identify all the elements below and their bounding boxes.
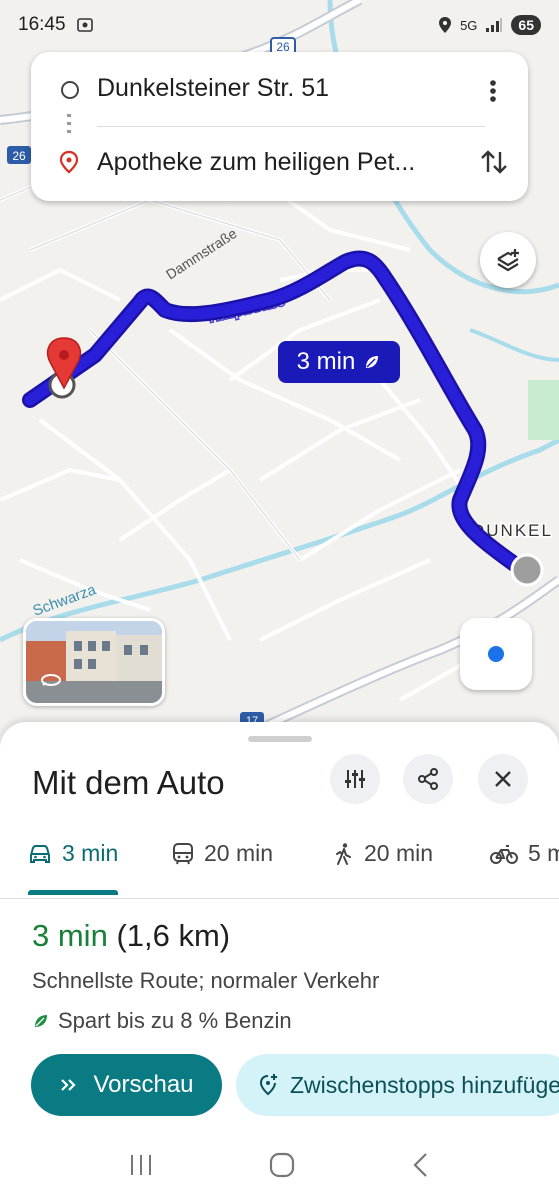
street-view-thumbnail[interactable] (23, 618, 165, 706)
tab-car[interactable]: 3 min (28, 840, 118, 867)
home-icon[interactable] (269, 1152, 295, 1178)
eco-leaf-icon (35, 1015, 47, 1027)
close-icon (495, 771, 511, 787)
add-stops-button[interactable]: Zwischenstopps hinzufügen (236, 1054, 559, 1116)
eco-leaf-icon (366, 356, 379, 368)
network-type: 5G (460, 17, 478, 33)
swap-button[interactable] (476, 144, 512, 180)
swap-vert-icon (481, 150, 507, 174)
my-location-icon (488, 646, 504, 662)
chevron-double-right-icon (61, 1079, 77, 1091)
preview-button[interactable]: Vorschau (31, 1054, 222, 1116)
route-input-card: Dunkelsteiner Str. 51 Apotheke zum heili… (31, 52, 528, 201)
more-options-button[interactable] (478, 74, 508, 108)
drag-handle[interactable] (248, 736, 312, 742)
directions-sheet: Mit dem Auto 3 min 20 min 20 min 5 m 3 m… (0, 722, 559, 1200)
add-stops-label: Zwischenstopps hinzufügen (290, 1071, 559, 1098)
tab-walk-label: 20 min (364, 840, 434, 866)
destination-pin-icon (59, 150, 79, 174)
origin-field[interactable]: Dunkelsteiner Str. 51 (97, 74, 329, 103)
battery-indicator: 65 (511, 15, 541, 35)
clock: 16:45 (18, 14, 66, 35)
origin-circle-icon (61, 81, 79, 99)
360-rotate-icon (41, 674, 61, 686)
status-bar: 16:45 5G 65 (0, 0, 559, 50)
origin-marker-icon (510, 553, 544, 587)
transit-icon (173, 842, 193, 864)
divider (97, 126, 485, 127)
tab-walk[interactable]: 20 min (334, 840, 433, 867)
active-tab-indicator (28, 890, 118, 895)
tune-icon (345, 770, 365, 788)
walk-icon (336, 842, 351, 865)
route-dots (67, 114, 71, 138)
eco-savings: Spart bis zu 8 % Benzin (32, 1008, 292, 1034)
tab-bike[interactable]: 5 m (490, 840, 559, 867)
share-icon (418, 768, 438, 790)
route-summary: 3 min (1,6 km) (32, 918, 230, 954)
eco-savings-text: Spart bis zu 8 % Benzin (58, 1008, 292, 1033)
car-icon (30, 844, 50, 863)
travel-mode-tabs: 3 min 20 min 20 min 5 m (0, 820, 559, 899)
signal-icon (486, 18, 503, 32)
layers-icon (497, 249, 519, 272)
route-distance: (1,6 km) (116, 918, 231, 953)
route-duration: 3 min (32, 918, 108, 953)
layers-button[interactable] (480, 232, 536, 288)
bike-icon (490, 844, 518, 864)
tab-bike-label: 5 m (528, 840, 559, 866)
more-vert-icon (490, 80, 496, 102)
route-options-button[interactable] (330, 754, 380, 804)
add-location-icon (259, 1074, 277, 1096)
preview-label: Vorschau (93, 1071, 194, 1098)
screenshot-icon (76, 18, 93, 32)
tab-car-label: 3 min (62, 840, 119, 866)
location-icon (439, 17, 452, 33)
route-duration-badge[interactable]: 3 min (278, 341, 400, 383)
system-nav-bar (0, 1130, 559, 1200)
my-location-button[interactable] (460, 618, 532, 690)
road-label: Dammstraße (163, 225, 240, 283)
share-button[interactable] (403, 754, 453, 804)
tab-transit[interactable]: 20 min (172, 840, 273, 867)
road-shield: 26 (12, 149, 26, 163)
back-icon[interactable] (411, 1152, 431, 1178)
route-description: Schnellste Route; normaler Verkehr (32, 968, 380, 993)
recents-icon[interactable] (128, 1153, 154, 1177)
destination-field[interactable]: Apotheke zum heiligen Pet... (97, 148, 415, 177)
close-button[interactable] (478, 754, 528, 804)
sheet-title: Mit dem Auto (32, 764, 225, 801)
tab-transit-label: 20 min (204, 840, 274, 866)
